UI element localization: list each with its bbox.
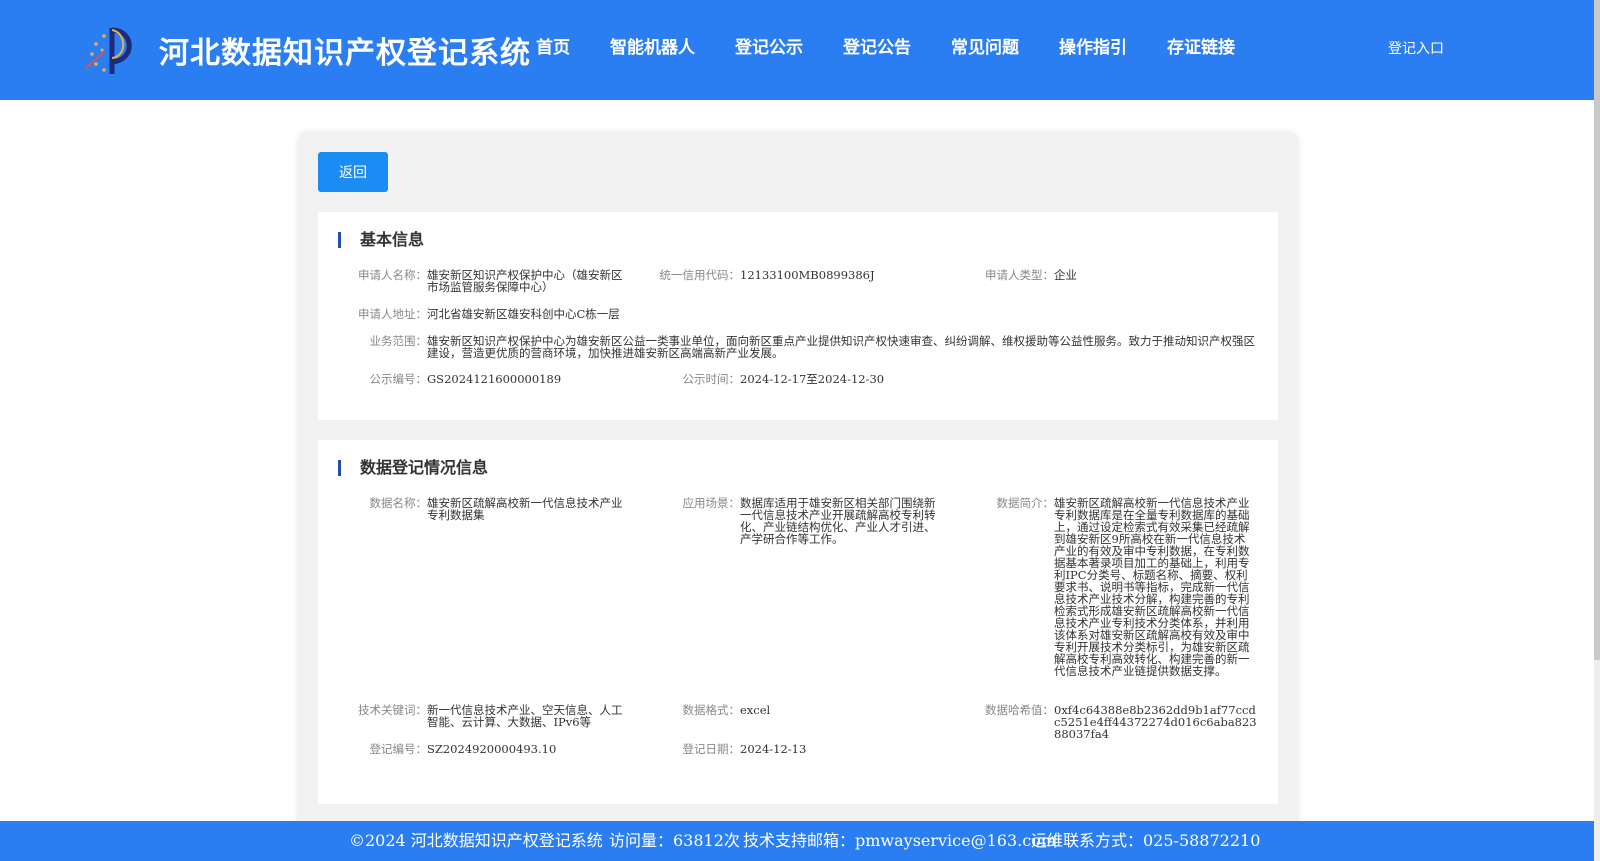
- summary-value: 雄安新区疏解高校新一代信息技术产业专利数据库是在全量专利数据库的基础上，通过设定…: [1054, 496, 1250, 678]
- header: 河北数据知识产权登记系统 首页 智能机器人 登记公示 登记公告 常见问题 操作指…: [0, 0, 1594, 100]
- credit-code-field: 统一信用代码： 12133100MB0899386J: [660, 268, 940, 282]
- notice-no-value: GS2024121600000189: [427, 372, 562, 386]
- hash-label: 数据哈希值：: [985, 703, 1054, 717]
- address-value: 河北省雄安新区雄安科创中心C栋一层: [427, 307, 620, 321]
- summary-label: 数据简介：: [996, 496, 1055, 510]
- registration-info-section: 数据登记情况信息 数据名称： 雄安新区疏解高校新一代信息技术产业专利数据集 应用…: [318, 440, 1278, 804]
- page: 河北数据知识产权登记系统 首页 智能机器人 登记公示 登记公告 常见问题 操作指…: [0, 0, 1594, 861]
- reg-no-field: 登记编号： SZ2024920000493.10: [370, 742, 627, 756]
- reg-date-value: 2024-12-13: [740, 742, 807, 756]
- scrollbar[interactable]: [1594, 0, 1600, 861]
- scenario-field: 应用场景： 数据库适用于雄安新区相关部门围绕新一代信息技术产业开展疏解高校专利转…: [683, 496, 937, 546]
- nav-home[interactable]: 首页: [516, 34, 590, 62]
- credit-code-label: 统一信用代码：: [659, 268, 741, 282]
- reg-date-field: 登记日期： 2024-12-13: [683, 742, 940, 756]
- hash-value: 0xf4c64388e8b2362dd9b1af77ccdc5251e4ff44…: [1054, 703, 1257, 741]
- notice-time-field: 公示时间： 2024-12-17至2024-12-30: [683, 372, 960, 386]
- notice-time-value: 2024-12-17至2024-12-30: [740, 372, 885, 386]
- applicant-name-field: 申请人名称： 雄安新区知识产权保护中心（雄安新区市场监管服务保障中心）: [358, 268, 624, 294]
- notice-no-label: 公示编号：: [369, 372, 428, 386]
- main-nav: 首页 智能机器人 登记公示 登记公告 常见问题 操作指引 存证链接: [516, 34, 1255, 62]
- scrollbar-thumb[interactable]: [1594, 0, 1600, 660]
- registration-info-title: 数据登记情况信息: [338, 458, 488, 478]
- data-name-field: 数据名称： 雄安新区疏解高校新一代信息技术产业专利数据集: [370, 496, 624, 522]
- applicant-type-label: 申请人类型：: [985, 268, 1054, 282]
- footer: ©2024 河北数据知识产权登记系统 访问量：63812次 技术支持邮箱：pmw…: [0, 821, 1594, 861]
- address-field: 申请人地址： 河北省雄安新区雄安科创中心C栋一层: [358, 307, 827, 321]
- footer-copyright: ©2024 河北数据知识产权登记系统: [349, 831, 603, 850]
- scenario-label: 应用场景：: [682, 496, 741, 510]
- format-label: 数据格式：: [682, 703, 741, 717]
- applicant-type-value: 企业: [1054, 268, 1077, 282]
- business-scope-field: 业务范围： 雄安新区知识产权保护中心为雄安新区公益一类事业单位，面向新区重点产业…: [370, 334, 1257, 360]
- keywords-value: 新一代信息技术产业、空天信息、人工智能、云计算、大数据、IPv6等: [427, 703, 623, 729]
- business-scope-value: 雄安新区知识产权保护中心为雄安新区公益一类事业单位，面向新区重点产业提供知识产权…: [427, 334, 1255, 360]
- notice-time-label: 公示时间：: [682, 372, 741, 386]
- basic-info-section: 基本信息 申请人名称： 雄安新区知识产权保护中心（雄安新区市场监管服务保障中心）…: [318, 212, 1278, 420]
- back-button[interactable]: 返回: [318, 152, 388, 192]
- notice-no-field: 公示编号： GS2024121600000189: [370, 372, 627, 386]
- nav-publicity[interactable]: 登记公示: [715, 34, 823, 62]
- login-link[interactable]: 登记入口: [1388, 38, 1444, 58]
- basic-info-title: 基本信息: [338, 230, 424, 250]
- nav-robot[interactable]: 智能机器人: [590, 34, 715, 62]
- hash-field: 数据哈希值： 0xf4c64388e8b2362dd9b1af77ccdc525…: [985, 703, 1257, 741]
- scenario-value: 数据库适用于雄安新区相关部门围绕新一代信息技术产业开展疏解高校专利转化、产业链结…: [740, 496, 936, 546]
- reg-date-label: 登记日期：: [682, 742, 741, 756]
- reg-no-label: 登记编号：: [369, 742, 428, 756]
- data-name-label: 数据名称：: [369, 496, 428, 510]
- logo-icon: [85, 27, 132, 74]
- footer-email: 技术支持邮箱：pmwayservice@163.com: [743, 831, 1056, 850]
- summary-field: 数据简介： 雄安新区疏解高校新一代信息技术产业专利数据库是在全量专利数据库的基础…: [997, 496, 1253, 678]
- site-title: 河北数据知识产权登记系统: [159, 36, 531, 71]
- keywords-label: 技术关键词：: [358, 703, 427, 717]
- format-value: excel: [740, 703, 771, 717]
- applicant-name-label: 申请人名称：: [358, 268, 427, 282]
- data-name-value: 雄安新区疏解高校新一代信息技术产业专利数据集: [427, 496, 623, 522]
- keywords-field: 技术关键词： 新一代信息技术产业、空天信息、人工智能、云计算、大数据、IPv6等: [358, 703, 624, 729]
- nav-announcement[interactable]: 登记公告: [823, 34, 931, 62]
- applicant-name-value: 雄安新区知识产权保护中心（雄安新区市场监管服务保障中心）: [427, 268, 623, 294]
- nav-faq[interactable]: 常见问题: [931, 34, 1039, 62]
- credit-code-value: 12133100MB0899386J: [740, 268, 875, 282]
- nav-guide[interactable]: 操作指引: [1039, 34, 1147, 62]
- footer-visits: 访问量：63812次: [609, 831, 740, 850]
- reg-no-value: SZ2024920000493.10: [427, 742, 557, 756]
- address-label: 申请人地址：: [358, 307, 427, 321]
- business-scope-label: 业务范围：: [369, 334, 428, 348]
- nav-evidence-link[interactable]: 存证链接: [1147, 34, 1255, 62]
- format-field: 数据格式： excel: [683, 703, 937, 717]
- footer-phone: 运维联系方式：025-58872210: [1031, 831, 1261, 850]
- applicant-type-field: 申请人类型： 企业: [985, 268, 1254, 282]
